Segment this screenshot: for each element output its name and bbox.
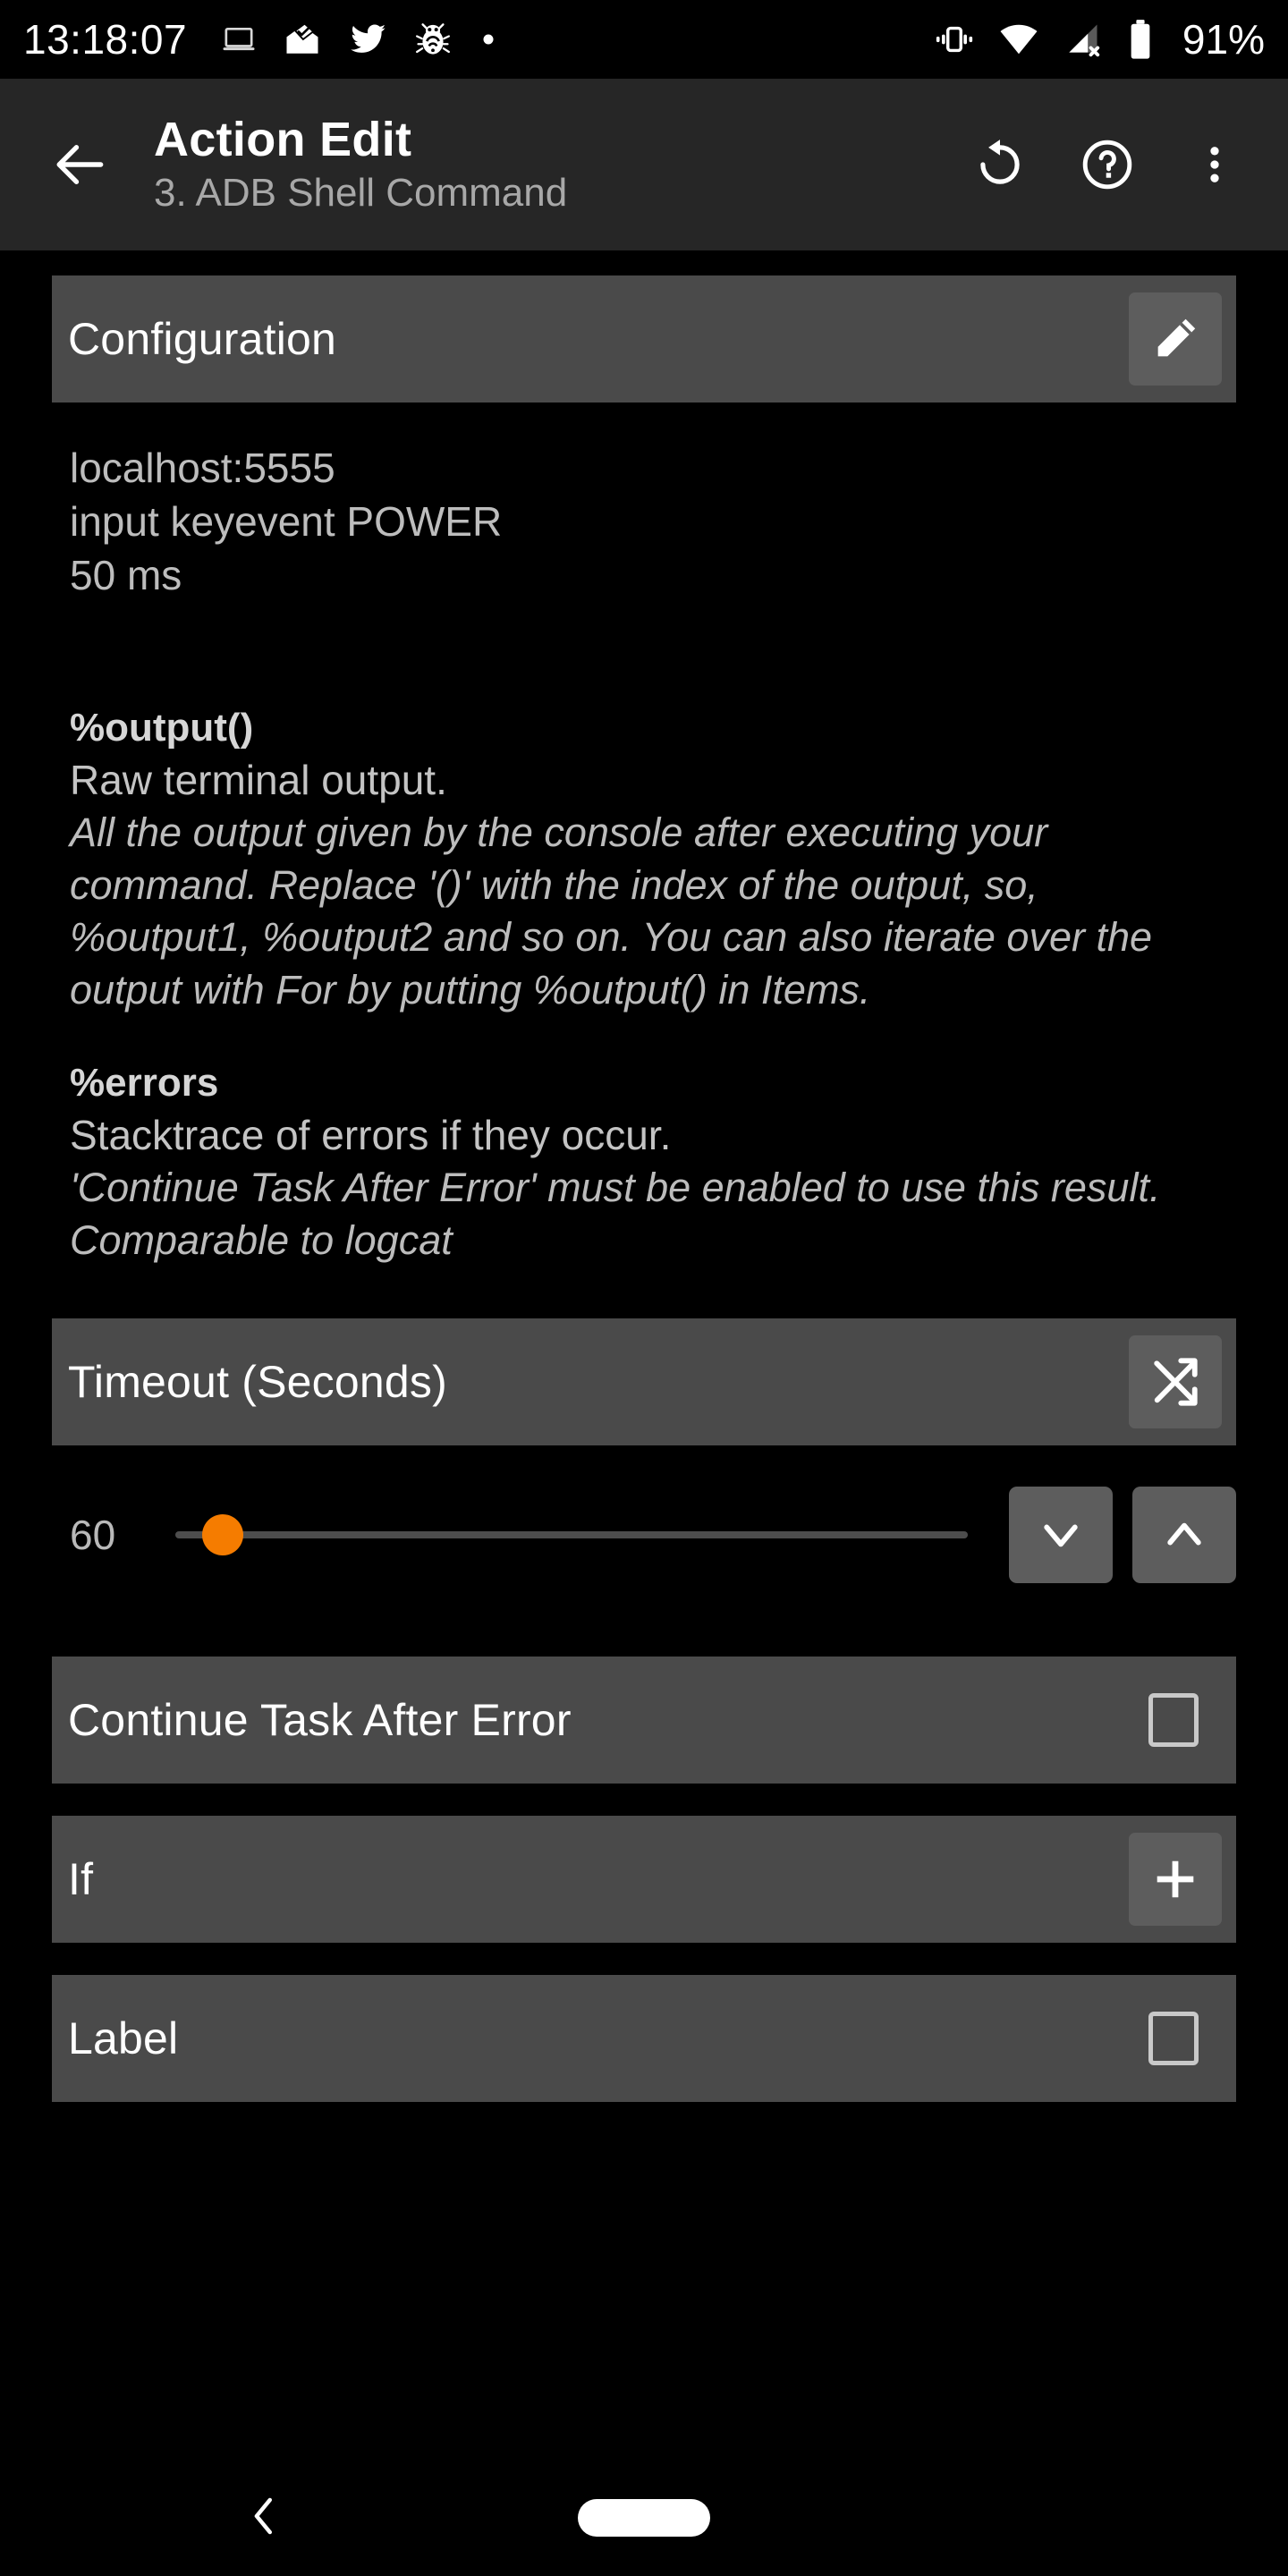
variable-description: Raw terminal output. [70,756,447,803]
variable-help-output: %output() Raw terminal output. All the o… [70,702,1218,1016]
page-title: Action Edit [154,112,412,166]
system-status-icons: 91% [934,15,1265,64]
chevron-down-icon [1044,1524,1078,1547]
timeout-label: Timeout (Seconds) [68,1357,447,1408]
timeout-stepper [1009,1487,1236,1584]
undo-icon [980,140,1020,184]
mobile-signal-off-icon [1063,20,1102,59]
timeout-increment-button[interactable] [1132,1487,1236,1584]
app-bar: Action Edit 3. ADB Shell Command [0,79,1288,250]
chevron-up-icon [1167,1523,1201,1546]
shuffle-variable-icon [1154,1358,1198,1406]
timeout-slider-row: 60 [0,1445,1288,1624]
help-button[interactable] [1073,131,1141,199]
timeout-slider[interactable] [175,1508,968,1562]
overflow-menu-icon [1210,147,1219,182]
label-checkbox[interactable] [1148,2012,1199,2066]
laptop-icon [221,21,257,57]
slider-thumb[interactable] [202,1514,244,1556]
undo-button[interactable] [966,131,1034,199]
continue-task-after-error-row[interactable]: Continue Task After Error [52,1657,1236,1784]
android-screen: 13:18:07 91% Action Edit 3. ADB Shell Co… [0,0,1288,2576]
notification-icons [221,20,498,59]
label-label: Label [68,2013,179,2064]
app-bar-actions [966,131,1249,199]
timeout-section-header[interactable]: Timeout (Seconds) [52,1318,1236,1446]
if-label: If [68,1854,94,1905]
configuration-section-header[interactable]: Configuration [52,275,1236,402]
variable-note: 'Continue Task After Error' must be enab… [70,1165,1161,1263]
vibrate-icon [934,19,975,60]
nav-back-icon [254,2497,272,2534]
twitter-icon [348,20,387,59]
configuration-label: Configuration [68,314,337,364]
slider-track [175,1531,968,1539]
overflow-menu-button[interactable] [1181,131,1249,199]
variable-name: %output() [70,706,254,750]
variable-name: %errors [70,1061,219,1106]
status-clock: 13:18:07 [23,16,188,63]
if-row[interactable]: If [52,1816,1236,1944]
system-navigation-bar [0,2460,1288,2576]
variable-note: All the output given by the console afte… [70,809,1153,1013]
continue-task-after-error-label: Continue Task After Error [68,1695,572,1746]
debug-bug-icon [414,21,452,58]
wifi-icon [998,19,1039,60]
config-line-command: input keyevent POWER [70,497,503,545]
battery-icon [1125,19,1156,60]
app-bar-titles: Action Edit 3. ADB Shell Command [154,113,966,216]
pencil-icon [1157,318,1196,357]
content-area: Configuration localhost:5555 input keyev… [0,250,1288,2103]
continue-task-after-error-checkbox[interactable] [1148,1693,1199,1748]
plus-icon [1157,1861,1194,1898]
nav-back-button[interactable] [240,2492,288,2545]
configuration-edit-button[interactable] [1129,292,1222,386]
config-line-host: localhost:5555 [70,445,335,491]
battery-percent: 91% [1182,16,1265,63]
inbox-read-icon [284,21,321,58]
timeout-decrement-button[interactable] [1009,1487,1113,1584]
configuration-values: localhost:5555 input keyevent POWER 50 m… [0,402,1288,602]
timeout-variable-button[interactable] [1129,1335,1222,1429]
nav-home-pill[interactable] [578,2499,710,2537]
back-button[interactable] [39,123,122,206]
config-line-timeout: 50 ms [70,551,182,598]
arrow-left-icon [56,145,104,184]
dot-icon [479,30,498,49]
help-icon [1082,140,1132,190]
label-row[interactable]: Label [52,1975,1236,2103]
timeout-value: 60 [70,1512,116,1559]
variable-help-errors: %errors Stacktrace of errors if they occ… [70,1057,1218,1267]
variable-help-section: %output() Raw terminal output. All the o… [0,702,1288,1267]
page-subtitle: 3. ADB Shell Command [154,171,568,216]
status-bar: 13:18:07 91% [0,0,1288,79]
variable-description: Stacktrace of errors if they occur. [70,1111,672,1158]
if-add-button[interactable] [1129,1833,1222,1927]
